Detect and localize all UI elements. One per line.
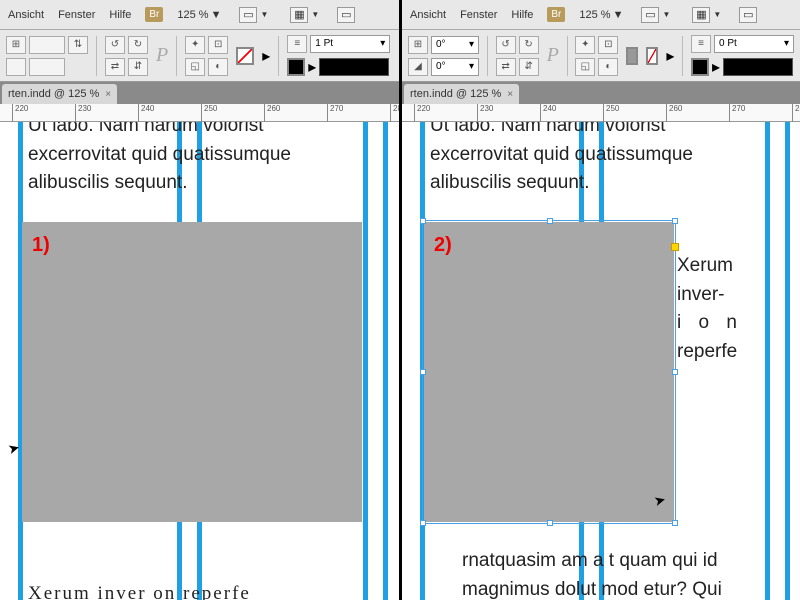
menu-fenster[interactable]: Fenster bbox=[58, 9, 95, 21]
horizontal-ruler: 220 230 240 250 260 270 280 bbox=[0, 104, 399, 122]
close-icon[interactable]: × bbox=[105, 89, 111, 100]
paragraph-icon: P bbox=[547, 44, 559, 67]
column-guide[interactable] bbox=[363, 122, 368, 600]
body-text: Ut labo. Nam harum volorist excerrovitat… bbox=[430, 122, 760, 198]
shear-icon[interactable]: ◢ bbox=[408, 58, 428, 76]
zoom-field[interactable]: 125 %▼ bbox=[579, 9, 623, 21]
arrange-dropdown[interactable]: ▦▼ bbox=[286, 5, 323, 25]
rotate-ccw-icon[interactable]: ↺ bbox=[496, 36, 516, 54]
chevron-icon[interactable]: ▸ bbox=[262, 46, 270, 66]
ref-point-icon[interactable]: ⊞ bbox=[408, 36, 428, 54]
rotate-field[interactable]: 0°▾ bbox=[431, 36, 479, 54]
document-canvas[interactable]: Ut labo. Nam harum volorist excerrovitat… bbox=[402, 122, 800, 600]
flip-v-icon[interactable]: ⇵ bbox=[128, 58, 148, 76]
close-icon[interactable]: × bbox=[507, 89, 513, 100]
effects-icon[interactable]: ✦ bbox=[575, 36, 595, 54]
color-bar[interactable] bbox=[723, 58, 793, 76]
image-frame[interactable] bbox=[22, 222, 362, 522]
column-guide[interactable] bbox=[765, 122, 770, 600]
menu-fenster[interactable]: Fenster bbox=[460, 9, 497, 21]
fill-swatch[interactable] bbox=[287, 58, 305, 76]
corner-icon[interactable]: ◱ bbox=[575, 58, 595, 76]
annotation-1: 1) bbox=[32, 234, 50, 257]
menu-ansicht[interactable]: Ansicht bbox=[410, 9, 446, 21]
flip-h-icon[interactable]: ⇄ bbox=[496, 58, 516, 76]
fill-swatch[interactable] bbox=[691, 58, 709, 76]
color-bar[interactable] bbox=[319, 58, 389, 76]
rotate-ccw-icon[interactable]: ↺ bbox=[105, 36, 125, 54]
menu-hilfe[interactable]: Hilfe bbox=[511, 9, 533, 21]
bridge-icon[interactable]: Br bbox=[145, 7, 163, 22]
horizontal-ruler: 220 230 240 250 260 270 280 bbox=[402, 104, 800, 122]
rotate-cw-icon[interactable]: ↻ bbox=[519, 36, 539, 54]
document-canvas[interactable]: Ut labo. Nam harum volorist excerrovitat… bbox=[0, 122, 399, 600]
opacity-icon[interactable]: ◐ bbox=[208, 58, 228, 76]
tab-bar: rten.indd @ 125 %× bbox=[0, 82, 399, 104]
screen-mode-dropdown[interactable]: ▭▼ bbox=[637, 5, 674, 25]
weight-icon: ≡ bbox=[287, 35, 307, 53]
corner-icon[interactable]: ◱ bbox=[185, 58, 205, 76]
shear-field[interactable]: 0°▾ bbox=[431, 58, 479, 76]
stroke-swatch[interactable] bbox=[646, 47, 658, 65]
menubar: Ansicht Fenster Hilfe Br 125 %▼ ▭▼ ▦▼ ▭ bbox=[0, 0, 399, 30]
rotate-cw-icon[interactable]: ↻ bbox=[128, 36, 148, 54]
blank-icon bbox=[6, 58, 26, 76]
flip-v-icon[interactable]: ⇵ bbox=[519, 58, 539, 76]
zoom-field[interactable]: 125 %▼ bbox=[177, 9, 221, 21]
wrap-icon[interactable]: ⊡ bbox=[598, 36, 618, 54]
flip-h-icon[interactable]: ⇄ bbox=[105, 58, 125, 76]
x-field[interactable] bbox=[29, 36, 65, 54]
ref-point-icon[interactable]: ⊞ bbox=[6, 36, 26, 54]
fill-swatch[interactable] bbox=[626, 47, 638, 65]
toolbar-icon[interactable]: ▭ bbox=[739, 7, 757, 23]
effects-icon[interactable]: ✦ bbox=[185, 36, 205, 54]
toolbar-icon[interactable]: ▭ bbox=[337, 7, 355, 23]
body-text: rnatquasim am a t quam qui id magnimus d… bbox=[462, 547, 762, 600]
wrap-text: Xerum inver- i o n reperfe bbox=[677, 252, 757, 366]
menu-ansicht[interactable]: Ansicht bbox=[8, 9, 44, 21]
opacity-icon[interactable]: ◐ bbox=[598, 58, 618, 76]
screen-mode-dropdown[interactable]: ▭▼ bbox=[235, 5, 272, 25]
annotation-2: 2) bbox=[434, 234, 452, 257]
tab-bar: rten.indd @ 125 %× bbox=[402, 82, 800, 104]
y-field[interactable] bbox=[29, 58, 65, 76]
body-text: Xerum inver on reperfe bbox=[28, 580, 358, 600]
stroke-weight-field[interactable]: 0 Pt▾ bbox=[714, 35, 794, 53]
menubar: Ansicht Fenster Hilfe Br 125 %▼ ▭▼ ▦▼ ▭ bbox=[402, 0, 800, 30]
menu-hilfe[interactable]: Hilfe bbox=[109, 9, 131, 21]
stroke-weight-field[interactable]: 1 Pt▾ bbox=[310, 35, 390, 53]
column-guide[interactable] bbox=[785, 122, 790, 600]
bridge-icon[interactable]: Br bbox=[547, 7, 565, 22]
control-toolbar: ⊞⇅ ↺↻ ⇄⇵ P ✦⊡ ◱◐ ▸ ≡1 Pt▾ ▸ bbox=[0, 30, 399, 82]
column-guide[interactable] bbox=[383, 122, 388, 600]
wrap-icon[interactable]: ⊡ bbox=[208, 36, 228, 54]
selection-box bbox=[422, 220, 676, 524]
document-tab[interactable]: rten.indd @ 125 %× bbox=[404, 84, 519, 104]
body-text: Ut labo. Nam harum volorist excerrovitat… bbox=[28, 122, 358, 198]
document-tab[interactable]: rten.indd @ 125 %× bbox=[2, 84, 117, 104]
weight-icon: ≡ bbox=[691, 35, 711, 53]
paragraph-icon: P bbox=[156, 44, 168, 67]
link-icon[interactable]: ⇅ bbox=[68, 36, 88, 54]
arrange-dropdown[interactable]: ▦▼ bbox=[688, 5, 725, 25]
stroke-swatch[interactable] bbox=[236, 47, 254, 65]
control-toolbar: ⊞0°▾ ◢0°▾ ↺↻ ⇄⇵ P ✦⊡ ◱◐ ▸ ≡0 Pt▾ ▸ bbox=[402, 30, 800, 82]
anchor-handle-icon[interactable] bbox=[671, 243, 679, 251]
chevron-icon[interactable]: ▸ bbox=[666, 46, 674, 66]
